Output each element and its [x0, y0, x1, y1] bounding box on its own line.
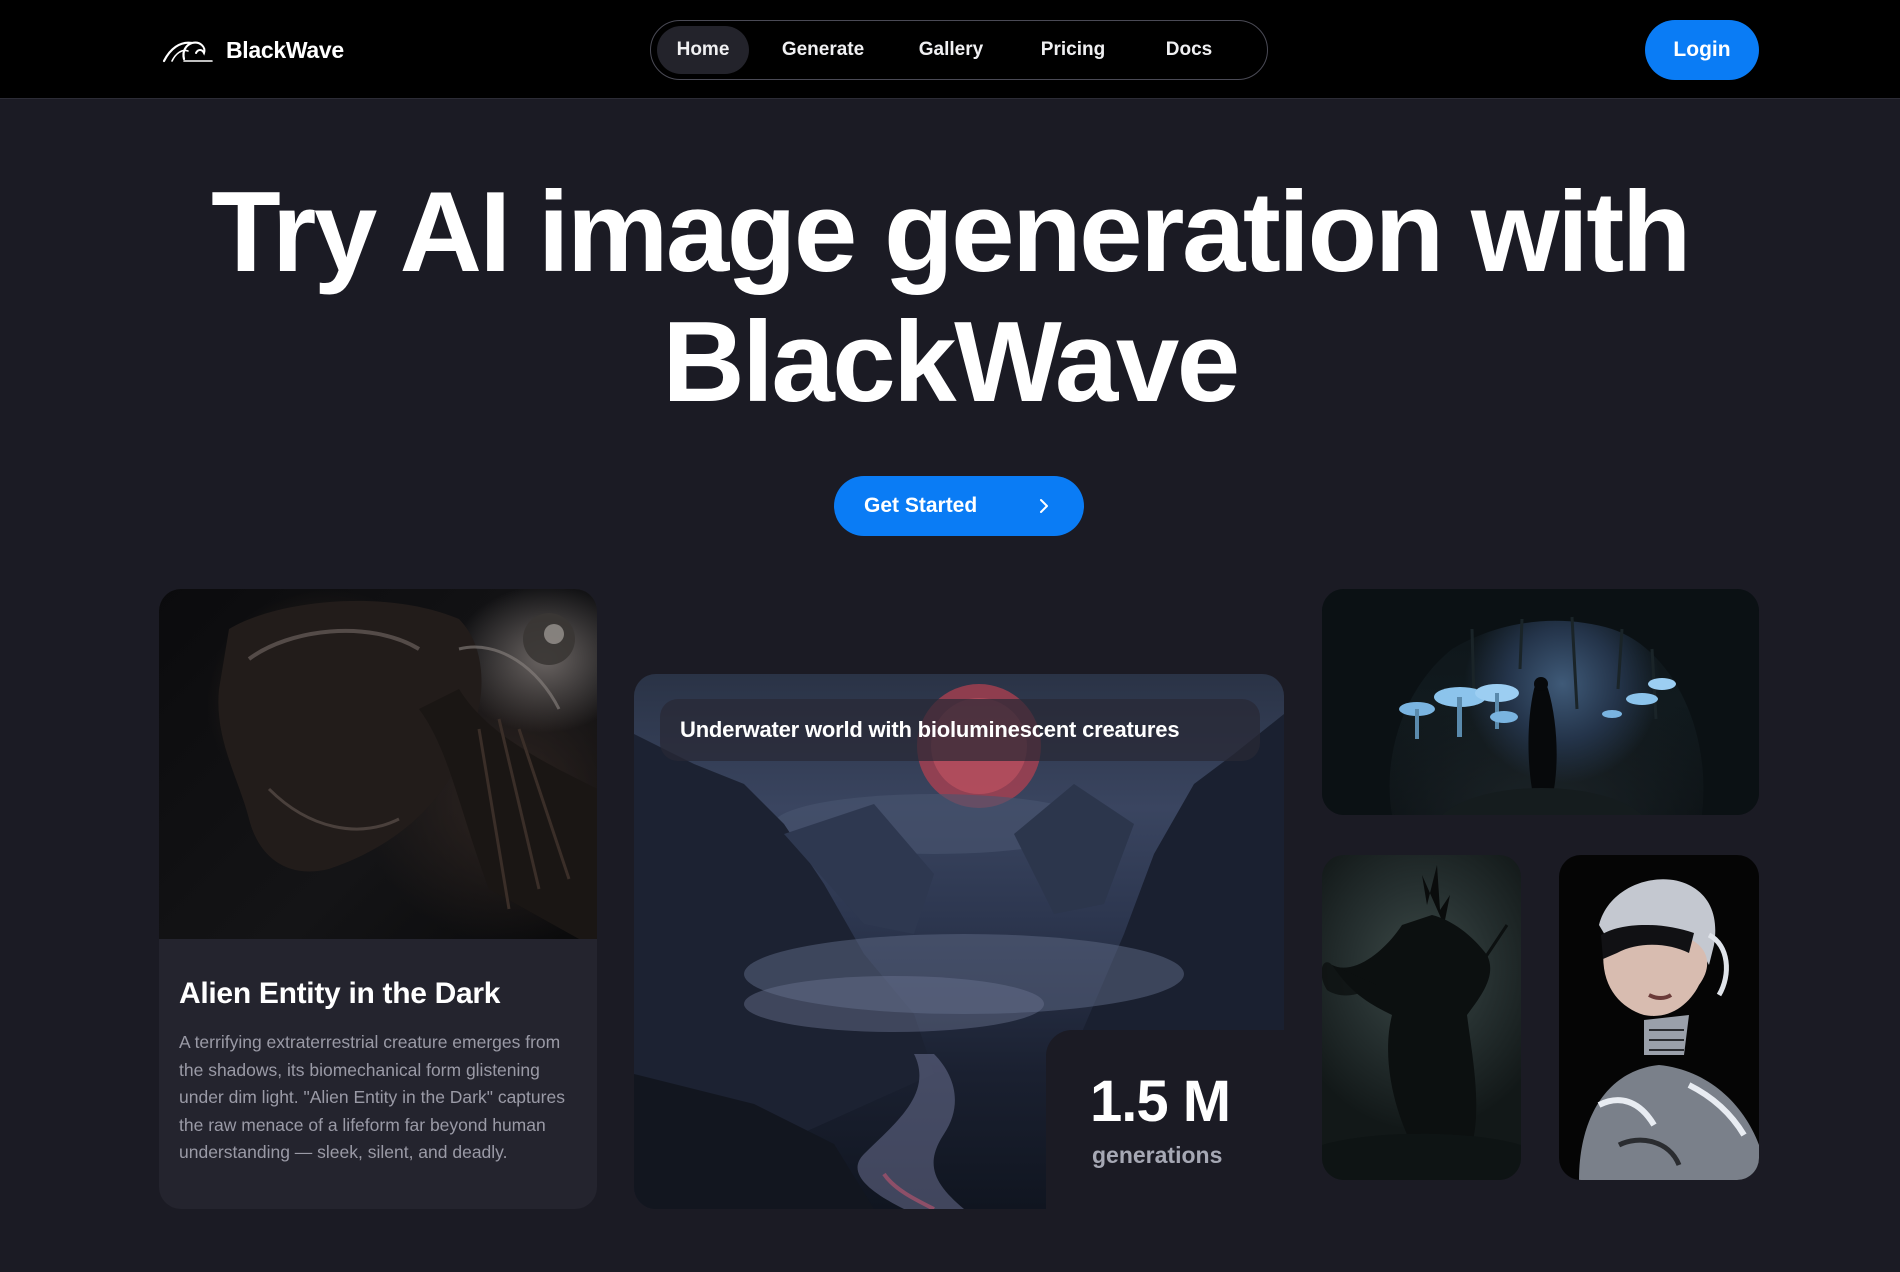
hero-title: Try AI image generation with BlackWave — [150, 168, 1750, 428]
nav-item-home[interactable]: Home — [657, 26, 749, 74]
login-button[interactable]: Login — [1645, 20, 1759, 80]
nav-item-pricing[interactable]: Pricing — [1019, 26, 1127, 74]
hero-title-line-1: Try AI image generation with — [211, 169, 1691, 296]
prompt-text: Underwater world with bioluminescent cre… — [680, 717, 1180, 742]
stats-box: 1.5 M generations — [1046, 1030, 1296, 1220]
alien-entity-image — [159, 589, 597, 939]
dark-warrior-image — [1322, 865, 1521, 1180]
hero-title-line-2: BlackWave — [662, 299, 1240, 426]
chevron-right-icon — [1040, 499, 1048, 513]
brand-name: BlackWave — [226, 36, 344, 63]
cyborg-woman-image — [1579, 879, 1759, 1180]
alien-card-description: A terrifying extraterrestrial creature e… — [179, 1032, 565, 1162]
top-navigation-bar: BlackWave Home Generate Gallery Pricing … — [0, 0, 1900, 99]
nav-item-gallery[interactable]: Gallery — [895, 26, 1007, 74]
alien-card-title: Alien Entity in the Dark — [179, 977, 501, 1010]
gallery-card-cave[interactable] — [1322, 589, 1759, 815]
wave-icon — [162, 35, 214, 65]
mushroom-cave-image — [1322, 589, 1759, 815]
get-started-label: Get Started — [864, 494, 978, 517]
gallery-card-landscape[interactable]: Underwater world with bioluminescent cre… — [634, 674, 1296, 1220]
gallery-card-cyborg[interactable] — [1559, 855, 1759, 1180]
get-started-button[interactable]: Get Started — [834, 476, 1084, 536]
generations-label: generations — [1092, 1142, 1223, 1168]
nav-item-docs[interactable]: Docs — [1147, 26, 1231, 74]
generations-count: 1.5 M — [1090, 1069, 1231, 1134]
brand-logo[interactable]: BlackWave — [162, 34, 344, 66]
main-nav: Home Generate Gallery Pricing Docs — [650, 20, 1268, 80]
gallery-card-samurai[interactable] — [1322, 855, 1521, 1180]
gallery-card-alien[interactable]: Alien Entity in the Dark A terrifying ex… — [159, 589, 597, 1209]
nav-item-generate[interactable]: Generate — [761, 26, 885, 74]
prompt-chip: Underwater world with bioluminescent cre… — [660, 699, 1260, 761]
